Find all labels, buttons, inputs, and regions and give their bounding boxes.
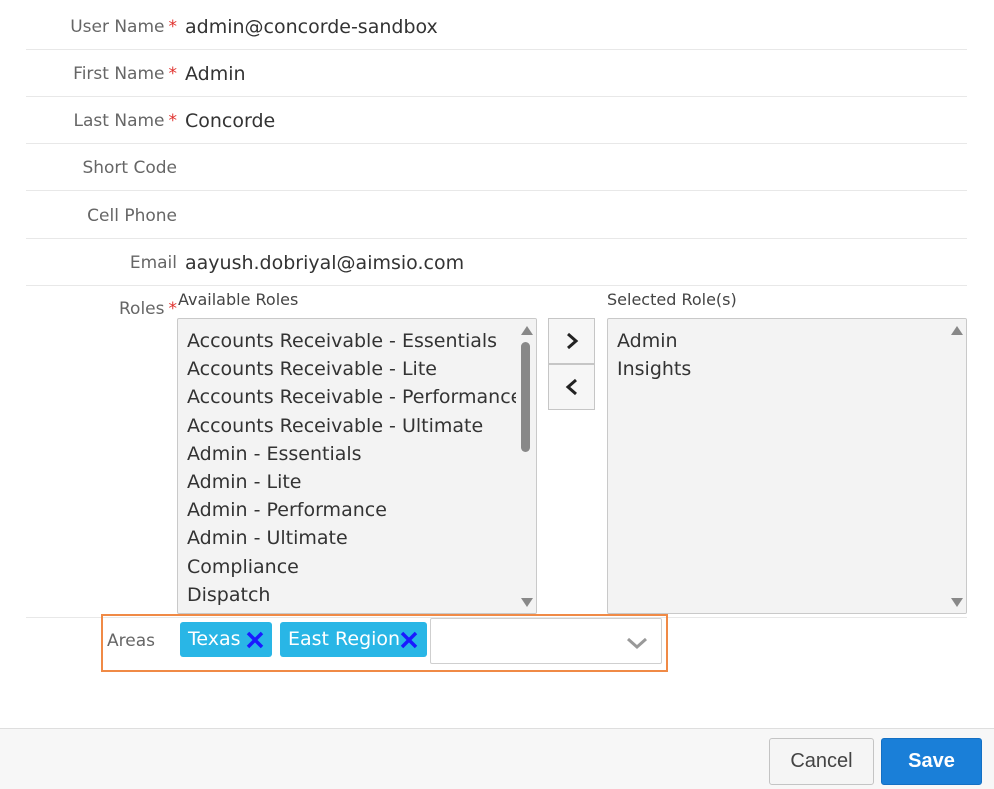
required-star: * <box>168 111 178 131</box>
user-name-field[interactable]: admin@concorde-sandbox <box>185 16 438 38</box>
close-icon[interactable] <box>400 631 418 649</box>
list-item[interactable]: Admin <box>617 327 691 355</box>
list-item[interactable]: Compliance <box>187 553 522 581</box>
email-label: Email <box>129 253 177 273</box>
add-role-button[interactable] <box>548 318 595 364</box>
required-star: * <box>168 17 178 37</box>
last-name-row: Last Name * Concorde <box>26 97 967 144</box>
list-item[interactable]: Insights <box>617 355 691 383</box>
user-name-row: User Name * admin@concorde-sandbox <box>26 3 967 50</box>
close-icon[interactable] <box>246 631 264 649</box>
list-item[interactable]: Accounts Receivable - Lite <box>187 355 522 383</box>
selected-roles-title: Selected Role(s) <box>607 290 737 309</box>
scroll-down-icon[interactable] <box>521 598 533 607</box>
scroll-up-icon[interactable] <box>521 326 533 335</box>
cell-phone-row: Cell Phone <box>26 192 967 239</box>
list-item[interactable]: Accounts Receivable - Essentials <box>187 327 522 355</box>
selected-roles-scrollbar[interactable] <box>946 319 966 613</box>
first-name-field[interactable]: Admin <box>185 63 246 85</box>
areas-dropdown[interactable] <box>430 618 662 664</box>
chevron-left-icon <box>565 378 577 396</box>
scroll-up-icon[interactable] <box>951 326 963 335</box>
list-item[interactable]: Accounts Receivable - Performance <box>187 383 522 411</box>
areas-label: Areas <box>107 631 155 651</box>
remove-role-button[interactable] <box>548 364 595 410</box>
first-name-label: First Name * <box>73 64 177 84</box>
area-tag-texas: Texas <box>180 622 272 657</box>
chevron-down-icon[interactable] <box>626 636 648 650</box>
area-tag-east-region: East Region <box>280 622 427 657</box>
available-roles-title: Available Roles <box>178 290 299 309</box>
last-name-label: Last Name * <box>73 111 178 131</box>
list-item[interactable]: Admin - Essentials <box>187 440 522 468</box>
cancel-button[interactable]: Cancel <box>769 738 874 785</box>
list-item[interactable]: Admin - Ultimate <box>187 524 522 552</box>
user-name-label: User Name * <box>70 17 177 37</box>
scroll-down-icon[interactable] <box>951 598 963 607</box>
chevron-right-icon <box>566 332 578 350</box>
area-tag-label: Texas <box>188 628 241 650</box>
area-tag-label: East Region <box>288 628 401 650</box>
first-name-row: First Name * Admin <box>26 50 967 97</box>
email-field[interactable]: aayush.dobriyal@aimsio.com <box>185 252 464 274</box>
scroll-thumb[interactable] <box>521 342 530 452</box>
available-roles-scrollbar[interactable] <box>516 319 536 613</box>
email-row: Email aayush.dobriyal@aimsio.com <box>26 239 967 286</box>
selected-roles-list[interactable]: Admin Insights <box>607 318 967 614</box>
required-star: * <box>168 64 178 84</box>
cell-phone-label: Cell Phone <box>87 206 177 226</box>
available-roles-list[interactable]: Accounts Receivable - Essentials Accounts… <box>177 318 537 614</box>
short-code-row: Short Code <box>26 144 967 191</box>
last-name-field[interactable]: Concorde <box>185 110 275 132</box>
list-item[interactable]: Admin - Lite <box>187 468 522 496</box>
save-button[interactable]: Save <box>881 738 982 785</box>
list-item[interactable]: Admin - Performance <box>187 496 522 524</box>
list-item[interactable]: Accounts Receivable - Ultimate <box>187 412 522 440</box>
short-code-label: Short Code <box>82 158 177 178</box>
roles-label: Roles * <box>119 299 177 319</box>
required-star: * <box>168 299 178 319</box>
list-item[interactable]: Dispatch <box>187 581 522 609</box>
